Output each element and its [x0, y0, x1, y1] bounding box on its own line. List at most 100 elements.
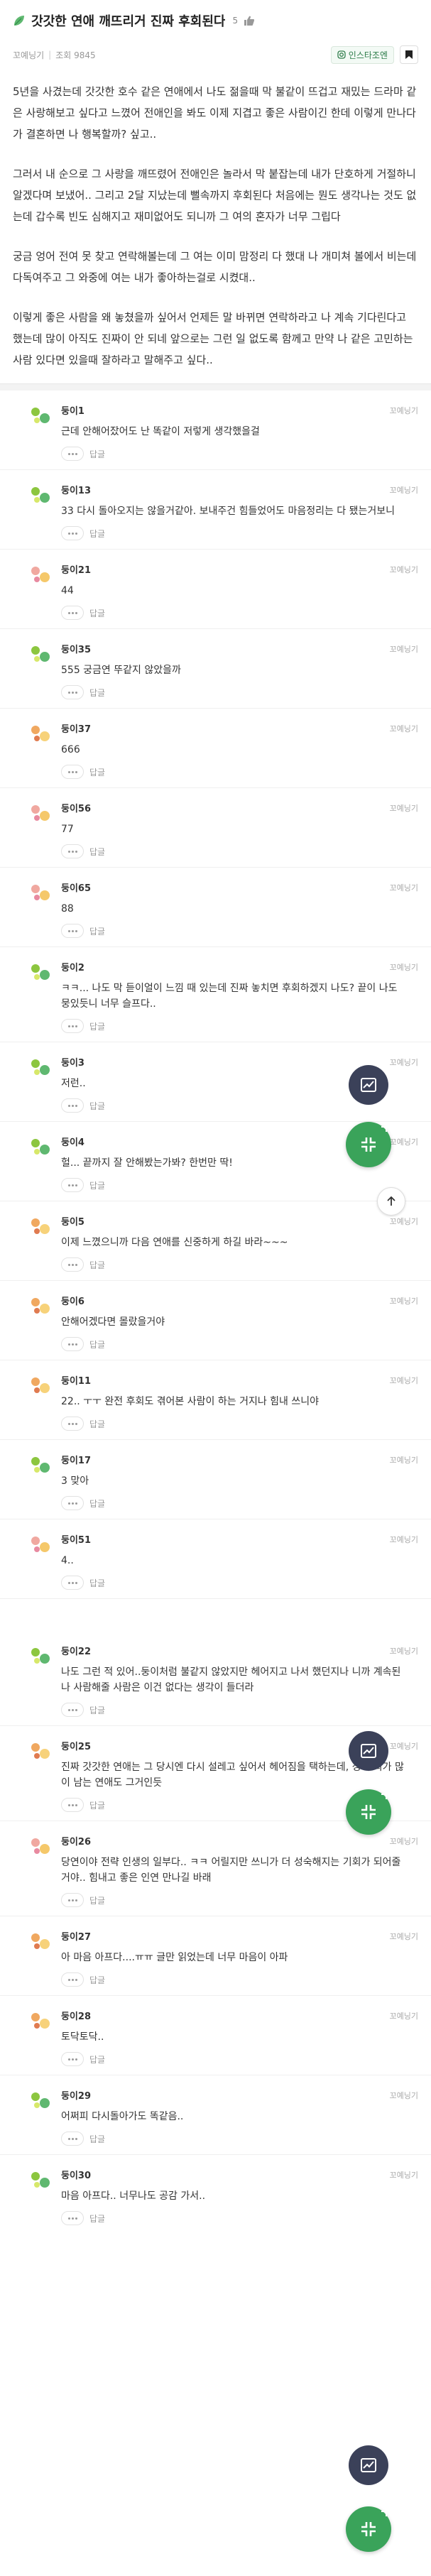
reply-button[interactable]: 답글	[89, 1974, 105, 1986]
thumb-icon[interactable]	[244, 15, 255, 26]
comment-author: 둥이35	[61, 645, 92, 655]
reply-button[interactable]: 답글	[89, 1418, 105, 1430]
view-count: 조회 9845	[55, 50, 96, 60]
reply-button[interactable]: 답글	[89, 448, 105, 460]
more-icon[interactable]	[61, 765, 84, 779]
comment-author: 둥이6	[61, 1297, 84, 1307]
more-icon[interactable]	[61, 1893, 84, 1907]
more-icon[interactable]	[61, 1576, 84, 1590]
reply-button[interactable]: 답글	[89, 1577, 105, 1589]
reply-button[interactable]: 답글	[89, 528, 105, 540]
more-icon[interactable]	[61, 1798, 84, 1812]
comment-text: 77	[61, 824, 74, 835]
reply-button[interactable]: 답글	[89, 1338, 105, 1350]
post-paragraph: 이렇게 좋은 사람을 왜 놓쳤을까 싶어서 언제든 말 바뀌면 연락하라고 나 …	[13, 311, 413, 366]
reply-button[interactable]: 답글	[89, 2212, 105, 2225]
comment-item: 둥이28 꼬예닝기 토닥토닥.. 답글	[0, 1995, 431, 2075]
reply-button[interactable]: 답글	[89, 2053, 105, 2065]
comment-actions: 답글	[61, 1972, 418, 1987]
collapse-fab-button[interactable]	[346, 1122, 391, 1167]
more-icon[interactable]	[61, 924, 84, 938]
comment-text: 666	[61, 744, 80, 755]
comment-author: 둥이13	[61, 486, 92, 496]
comment-author: 둥이22	[61, 1647, 92, 1657]
reply-button[interactable]: 답글	[89, 925, 105, 937]
more-icon[interactable]	[61, 1098, 84, 1113]
more-icon[interactable]	[61, 526, 84, 540]
comment-text: 3 맞아	[61, 1475, 89, 1487]
chart-fab-button-3[interactable]	[349, 2445, 388, 2485]
comment-author: 둥이11	[61, 1376, 92, 1387]
avatar	[31, 1058, 51, 1078]
avatar	[31, 2171, 51, 2190]
avatar	[31, 565, 51, 585]
more-icon[interactable]	[61, 1257, 84, 1272]
reply-button[interactable]: 답글	[89, 846, 105, 858]
reply-button[interactable]: 답글	[89, 1799, 105, 1811]
comment-author: 둥이29	[61, 2091, 92, 2102]
chart-fab-button-2[interactable]	[349, 1731, 388, 1771]
avatar	[31, 724, 51, 744]
reply-button[interactable]: 답글	[89, 1497, 105, 1510]
more-icon[interactable]	[61, 2052, 84, 2066]
avatar	[31, 804, 51, 824]
collapse-icon	[361, 2522, 376, 2536]
reply-button[interactable]: 답글	[89, 1704, 105, 1716]
chart-icon	[361, 2458, 376, 2472]
comment-text: 어쩌피 다시돌아가도 똑같음..	[61, 2111, 184, 2122]
reply-button[interactable]: 답글	[89, 1020, 105, 1032]
comment-actions: 답글	[61, 447, 418, 461]
more-icon[interactable]	[61, 447, 84, 461]
comment-time: 꼬예닝기	[389, 804, 418, 813]
comment-text: 이제 느꼈으니까 다음 연애를 신중하게 하길 바라~~~	[61, 1237, 288, 1248]
more-icon[interactable]	[61, 606, 84, 620]
avatar	[31, 1217, 51, 1237]
comment-actions: 답글	[61, 924, 418, 938]
reply-button[interactable]: 답글	[89, 766, 105, 778]
more-icon[interactable]	[61, 1703, 84, 1717]
more-icon[interactable]	[61, 1178, 84, 1192]
avatar	[31, 1742, 51, 1762]
chart-fab-button[interactable]	[349, 1065, 388, 1105]
comment-actions: 답글	[61, 685, 418, 699]
reply-button[interactable]: 답글	[89, 1259, 105, 1271]
leaf-icon	[14, 16, 24, 26]
avatar	[31, 1297, 51, 1316]
comment-author: 둥이5	[61, 1217, 84, 1228]
reply-button[interactable]: 답글	[89, 1100, 105, 1112]
bookmark-button[interactable]	[400, 45, 418, 64]
comment-text: 44	[61, 585, 74, 596]
comment-author: 둥이56	[61, 804, 92, 814]
more-icon[interactable]	[61, 1496, 84, 1510]
comment-text: 토닥토닥..	[61, 2031, 104, 2043]
more-icon[interactable]	[61, 1019, 84, 1033]
more-icon[interactable]	[61, 2211, 84, 2225]
reply-button[interactable]: 답글	[89, 1894, 105, 1906]
avatar	[31, 1837, 51, 1857]
comment-item: 둥이30 꼬예닝기 마음 아프다.. 너무나도 공감 가서.. 답글	[0, 2154, 431, 2234]
comment-item: 둥이11 꼬예닝기 22.. ㅜㅜ 완전 후회도 겪어본 사람이 하는 거지나 힘내…	[0, 1360, 431, 1439]
comment-actions: 답글	[61, 526, 418, 540]
reply-button[interactable]: 답글	[89, 2133, 105, 2145]
reply-button[interactable]: 답글	[89, 1179, 105, 1191]
more-icon[interactable]	[61, 844, 84, 858]
comment-text: ㅋㅋ... 나도 막 듣이얼이 느낌 때 있는데 진짜 놓치면 후회하겠지 나도…	[61, 983, 398, 1010]
reply-button[interactable]: 답글	[89, 607, 105, 619]
instagram-share-button[interactable]: 인스타조엔	[330, 45, 394, 64]
comment-time: 꼬예닝기	[389, 963, 418, 972]
comment-item: 둥이51 꼬예닝기 4.. 답글	[0, 1519, 431, 1598]
post-title: 갓갓한 연애 깨뜨리거 진짜 후회된다	[31, 14, 226, 29]
scroll-top-button[interactable]	[377, 1187, 405, 1216]
meta-row: 꼬예닝기 | 조회 9845 인스타조엔	[13, 45, 418, 64]
collapse-fab-button-2[interactable]	[346, 1789, 391, 1835]
more-icon[interactable]	[61, 1417, 84, 1431]
more-icon[interactable]	[61, 2132, 84, 2146]
more-icon[interactable]	[61, 1972, 84, 1987]
more-icon[interactable]	[61, 685, 84, 699]
comment-actions: 답글	[61, 844, 418, 858]
more-icon[interactable]	[61, 1337, 84, 1351]
comment-actions: 답글	[61, 606, 418, 620]
reply-button[interactable]: 답글	[89, 687, 105, 699]
comment-author: 둥이65	[61, 883, 92, 894]
collapse-fab-button-3[interactable]	[346, 2506, 391, 2552]
